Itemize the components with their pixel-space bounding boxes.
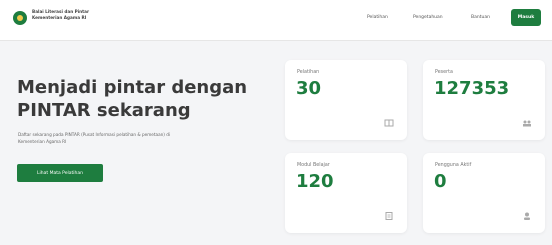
login-button[interactable]: Masuk xyxy=(511,9,541,26)
view-courses-button[interactable]: Lihat Mata Pelatihan xyxy=(17,164,103,182)
logo-icon[interactable] xyxy=(13,11,27,25)
navbar: Balai Literasi dan Pintar Kementerian Ag… xyxy=(0,0,552,41)
stat-value: 0 xyxy=(434,171,447,192)
nav-link-bantuan[interactable]: Bantuan xyxy=(471,15,490,20)
stat-card-pelatihan: Pelatihan 30 xyxy=(285,60,407,140)
module-icon xyxy=(385,212,393,220)
stat-label: Modul Belajar xyxy=(297,163,330,168)
user-icon xyxy=(524,212,530,220)
book-icon xyxy=(384,119,394,127)
stat-label: Pelatihan xyxy=(297,70,320,75)
hero-title: Menjadi pintar dengan PINTAR sekarang xyxy=(17,76,267,122)
users-icon xyxy=(523,120,531,127)
hero-description: Daftar sekarang pada PINTAR (Pusat Infor… xyxy=(18,132,171,144)
stat-card-pengguna: Pengguna Aktif 0 xyxy=(423,153,545,233)
stat-value: 30 xyxy=(296,78,322,99)
stat-value: 120 xyxy=(296,171,334,192)
nav-link-pengetahuan[interactable]: Pengetahuan xyxy=(413,15,443,20)
brand-line-2: Kementerian Agama RI xyxy=(32,15,87,20)
stat-value: 127353 xyxy=(434,78,510,99)
stat-label: Peserta xyxy=(435,70,453,75)
brand[interactable]: Balai Literasi dan Pintar Kementerian Ag… xyxy=(32,9,89,21)
stat-card-modul: Modul Belajar 120 xyxy=(285,153,407,233)
hero-title-line-2: PINTAR sekarang xyxy=(17,100,191,121)
nav-link-pelatihan[interactable]: Pelatihan xyxy=(367,15,388,20)
hero-title-line-1: Menjadi pintar dengan xyxy=(17,77,248,98)
stat-label: Pengguna Aktif xyxy=(435,163,472,168)
stat-card-peserta: Peserta 127353 xyxy=(423,60,545,140)
